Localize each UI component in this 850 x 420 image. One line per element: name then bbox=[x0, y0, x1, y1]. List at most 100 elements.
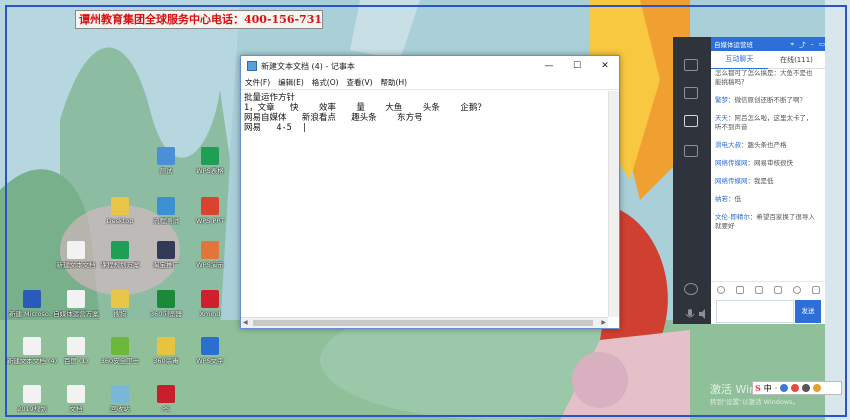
desktop-icon[interactable]: WPS表格 bbox=[182, 147, 238, 191]
chat-text: ：我是低 bbox=[747, 177, 774, 185]
menu-file[interactable]: 文件(F) bbox=[245, 77, 270, 88]
app-icon bbox=[157, 337, 175, 355]
send-button[interactable]: 发送 bbox=[795, 300, 821, 323]
app-icon bbox=[157, 147, 175, 165]
chat-message-list[interactable]: 怎么都可了怎么搞是：大鱼不是也能挑稿吗？ 繁梦：微信原创还断不断了啊？ 天天：阿吕怎… bbox=[711, 69, 825, 281]
menu-help[interactable]: 帮助(H) bbox=[381, 77, 408, 88]
notepad-window[interactable]: 新建文本文档 (4) - 记事本 — ☐ ✕ 文件(F) 编辑(E) 格式(O)… bbox=[240, 55, 620, 329]
app-icon bbox=[67, 290, 85, 308]
chat-sender[interactable]: 纳若 bbox=[715, 195, 728, 203]
desktop-icon-label: PS bbox=[161, 405, 171, 413]
screen-share-icon[interactable] bbox=[684, 115, 698, 127]
ime-mode[interactable]: 中 bbox=[764, 383, 772, 394]
desktop-icon[interactable]: Xmind bbox=[182, 290, 238, 334]
chat-sender[interactable]: 滑电大叔 bbox=[715, 141, 741, 149]
app-icon bbox=[201, 290, 219, 308]
app-icon bbox=[67, 337, 85, 355]
user-tray-icon[interactable] bbox=[802, 384, 811, 392]
sogou-logo-icon[interactable]: S bbox=[755, 383, 761, 393]
mic-tray-icon[interactable] bbox=[780, 384, 789, 392]
vertical-scrollbar[interactable] bbox=[608, 91, 619, 317]
chat-message: 怎么都可了怎么搞是：大鱼不是也能挑稿吗？ bbox=[715, 69, 821, 87]
app-icon bbox=[111, 197, 129, 215]
tab-online[interactable]: 在线(111) bbox=[768, 51, 825, 69]
maximize-button[interactable]: ☐ bbox=[563, 56, 591, 76]
chat-minimize-icon[interactable]: – bbox=[811, 40, 814, 48]
app-icon bbox=[67, 241, 85, 259]
desktop-icon[interactable]: WPS文字 bbox=[182, 337, 238, 381]
ime-punct[interactable]: · bbox=[775, 384, 778, 393]
edit-icon[interactable] bbox=[684, 59, 698, 71]
scissors-icon[interactable] bbox=[735, 285, 744, 294]
chat-sender[interactable]: 网络传媒网 bbox=[715, 177, 748, 185]
gift-icon[interactable] bbox=[811, 285, 820, 294]
chat-message: 繁梦：微信原创还断不断了啊？ bbox=[715, 96, 821, 105]
promo-banner: 谭州教育集团全球服务中心电话：400-156-7315。 bbox=[75, 10, 323, 29]
app-icon bbox=[111, 385, 129, 403]
app-icon bbox=[201, 147, 219, 165]
block-icon[interactable] bbox=[792, 285, 801, 294]
chat-message: 天天：阿吕怎么啦，这里太卡了，听不到声音 bbox=[715, 114, 821, 132]
pin-icon[interactable]: ⌖ bbox=[790, 40, 794, 49]
chat-text: ：低 bbox=[728, 195, 741, 203]
close-button[interactable]: ✕ bbox=[591, 56, 619, 76]
chat-sender[interactable]: 网络传媒网 bbox=[715, 159, 748, 167]
chat-sender[interactable]: 文伦-即精尔 bbox=[715, 213, 750, 221]
chat-message: 滑电大叔：趣头条也严格 bbox=[715, 141, 821, 150]
share-icon[interactable]: ⤴ bbox=[799, 39, 806, 49]
app-icon bbox=[111, 290, 129, 308]
desktop-icon[interactable]: WPS演示 bbox=[182, 241, 238, 285]
camera-icon[interactable] bbox=[684, 145, 698, 157]
window-title: 新建文本文档 (4) - 记事本 bbox=[261, 61, 355, 71]
desktop-icon-label: WPS PPT bbox=[195, 217, 225, 225]
app-icon bbox=[157, 241, 175, 259]
chat-text: 怎么都可了怎么搞是：大鱼不是也能挑稿吗？ bbox=[715, 69, 813, 86]
scroll-right-icon[interactable]: ▶ bbox=[601, 319, 606, 326]
app-icon bbox=[111, 241, 129, 259]
scroll-left-icon[interactable]: ◀ bbox=[243, 319, 248, 326]
chat-message: 纳若：低 bbox=[715, 195, 821, 204]
notepad-text-area[interactable]: 批量运作方针 1，文章 快 效率 量 大鱼 头条 企鹅？ 网易自媒体 新浪看点 … bbox=[241, 91, 608, 317]
menu-view[interactable]: 查看(V) bbox=[347, 77, 373, 88]
picture-icon[interactable] bbox=[773, 285, 782, 294]
app-icon bbox=[111, 337, 129, 355]
app-icon bbox=[157, 385, 175, 403]
scroll-thumb[interactable] bbox=[253, 320, 593, 326]
chat-message: 文伦-即精尔：希望百家换了很导入就要好 bbox=[715, 213, 821, 231]
desktop-icon[interactable]: WPS PPT bbox=[182, 197, 238, 241]
chat-text: ：阿吕怎么啦，这里太卡了，听不到声音 bbox=[715, 114, 813, 131]
chat-header-title: 自媒体运营班 bbox=[714, 41, 753, 49]
app-icon bbox=[157, 197, 175, 215]
menu-format[interactable]: 格式(O) bbox=[312, 77, 339, 88]
chat-message: 网络传媒网：我是低 bbox=[715, 177, 821, 186]
skin-tray-icon[interactable] bbox=[813, 384, 822, 392]
desktop-icon[interactable]: PS bbox=[138, 385, 194, 420]
chat-sender[interactable]: 天天 bbox=[715, 114, 728, 122]
speaker-icon[interactable] bbox=[698, 308, 710, 320]
horizontal-scrollbar[interactable]: ◀ ▶ bbox=[241, 317, 608, 328]
chat-restore-icon[interactable]: ▭ bbox=[819, 40, 825, 48]
tab-chat[interactable]: 互动聊天 bbox=[711, 50, 768, 70]
minimize-button[interactable]: — bbox=[535, 56, 563, 76]
notepad-app-icon bbox=[247, 61, 257, 71]
live-chat-panel: 自媒体运营班 ⌖ ⤴ – ▭ 互动聊天 在线(111) 怎么都可了怎么搞是：大鱼… bbox=[673, 37, 825, 324]
notepad-titlebar[interactable]: 新建文本文档 (4) - 记事本 — ☐ ✕ bbox=[241, 56, 619, 76]
activate-windows-hint: 转到"设置"以激活 Windows。 bbox=[710, 398, 800, 406]
chat-text: ：网易审核很快 bbox=[747, 159, 794, 167]
hand-icon[interactable] bbox=[684, 87, 698, 99]
chat-sidebar bbox=[673, 37, 711, 324]
ime-tray: S 中 · bbox=[752, 381, 842, 395]
image-icon[interactable] bbox=[754, 285, 763, 294]
keyboard-tray-icon[interactable] bbox=[791, 384, 800, 392]
settings-icon[interactable] bbox=[684, 283, 698, 295]
app-icon bbox=[67, 385, 85, 403]
app-icon bbox=[201, 241, 219, 259]
menu-edit[interactable]: 编辑(E) bbox=[278, 77, 304, 88]
microphone-icon[interactable] bbox=[684, 308, 696, 320]
menu-bar: 文件(F) 编辑(E) 格式(O) 查看(V) 帮助(H) bbox=[241, 76, 619, 90]
app-icon bbox=[23, 385, 41, 403]
chat-input[interactable] bbox=[716, 300, 794, 323]
emoji-icon[interactable] bbox=[716, 285, 725, 294]
chat-sender[interactable]: 繁梦 bbox=[715, 96, 728, 104]
desktop-icon-label: WPS表格 bbox=[196, 167, 224, 175]
